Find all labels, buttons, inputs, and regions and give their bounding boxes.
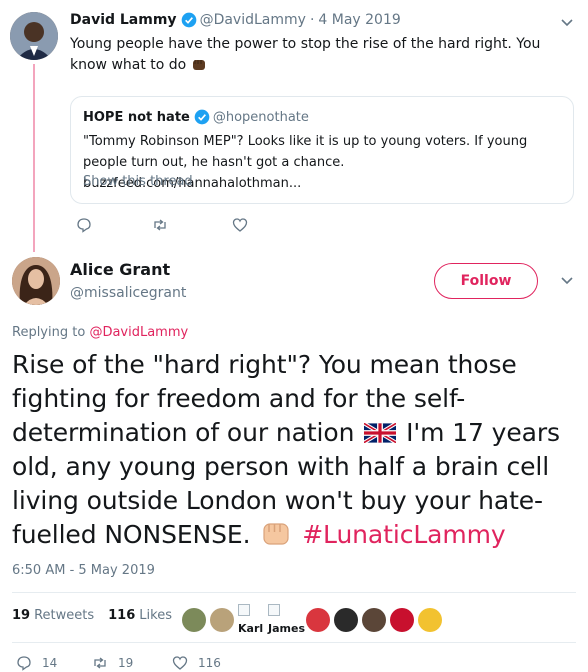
show-thread-link[interactable]: Show this thread [83, 174, 193, 189]
author-handle[interactable]: @missalicegrant [70, 285, 186, 301]
author-name[interactable]: Alice Grant [70, 260, 170, 279]
liker-avatar[interactable] [334, 608, 358, 632]
tweet-date[interactable]: 4 May 2019 [318, 12, 400, 28]
parent-tweet[interactable]: David Lammy @DavidLammy · 4 May 2019 You… [0, 0, 588, 252]
author-handle[interactable]: @DavidLammy [200, 12, 306, 28]
tweet-stats: 19 Retweets 116 Likes [12, 608, 172, 623]
quoted-tweet[interactable]: HOPE not hate @hopenothate "Tommy Robins… [70, 96, 574, 204]
quoted-author-name: HOPE not hate [83, 109, 190, 125]
likes-stat[interactable]: 116 Likes [108, 608, 172, 623]
retweets-stat[interactable]: 19 Retweets [12, 608, 94, 623]
like-button[interactable] [232, 217, 248, 233]
like-icon [232, 218, 248, 232]
liker-avatar[interactable] [418, 608, 442, 632]
fist-emoji-icon [263, 523, 289, 545]
retweet-icon [94, 657, 106, 669]
reply-count: 14 [42, 656, 58, 670]
quoted-header: HOPE not hate @hopenothate [83, 109, 309, 125]
verified-badge-icon [181, 12, 196, 28]
liker-avatar-broken[interactable]: James [268, 604, 305, 636]
separator-dot: · [309, 12, 315, 28]
chevron-down-icon[interactable] [560, 276, 574, 286]
liker-avatar[interactable] [390, 608, 414, 632]
like-icon [172, 656, 188, 670]
divider [12, 642, 576, 643]
retweet-count: 19 [118, 656, 134, 670]
tweet-timestamp[interactable]: 6:50 AM - 5 May 2019 [12, 563, 155, 578]
verified-badge-icon [194, 109, 210, 125]
reply-icon [17, 656, 31, 671]
tweet-text: Young people have the power to stop the … [70, 36, 541, 73]
liker-avatar-broken[interactable]: Karl [238, 604, 264, 636]
likers-avatars: Karl James [182, 604, 446, 636]
fist-emoji-icon [192, 60, 205, 70]
divider [12, 592, 576, 593]
retweet-icon [154, 219, 166, 231]
hashtag-link[interactable]: #LunaticLammy [302, 520, 505, 549]
liker-avatar[interactable] [306, 608, 330, 632]
uk-flag-emoji-icon [364, 423, 397, 443]
like-count: 116 [198, 656, 221, 670]
avatar[interactable] [10, 12, 58, 60]
like-button[interactable]: 116 [172, 655, 221, 671]
tweet-actions [76, 217, 248, 233]
replying-to-link[interactable]: @DavidLammy [89, 325, 188, 340]
author-name[interactable]: David Lammy [70, 12, 177, 28]
retweet-button[interactable] [152, 217, 232, 233]
replying-to: Replying to @DavidLammy [12, 325, 188, 340]
thread-connector [33, 64, 35, 252]
reply-button[interactable]: 14 [16, 655, 92, 671]
follow-button[interactable]: Follow [434, 263, 538, 299]
tweet-actions: 14 19 116 [16, 655, 221, 671]
reply-button[interactable] [76, 217, 152, 233]
replying-prefix: Replying to [12, 325, 86, 340]
avatar[interactable] [12, 257, 60, 305]
reply-icon [77, 218, 91, 233]
liker-avatar[interactable] [362, 608, 386, 632]
retweet-button[interactable]: 19 [92, 655, 172, 671]
liker-avatar[interactable] [210, 608, 234, 632]
tweet-text: Rise of the "hard right"? You mean those… [12, 350, 560, 549]
chevron-down-icon[interactable] [560, 18, 574, 28]
tweet-header: David Lammy @DavidLammy · 4 May 2019 [70, 12, 401, 28]
quoted-author-handle: @hopenothate [212, 109, 309, 125]
liker-avatar[interactable] [182, 608, 206, 632]
